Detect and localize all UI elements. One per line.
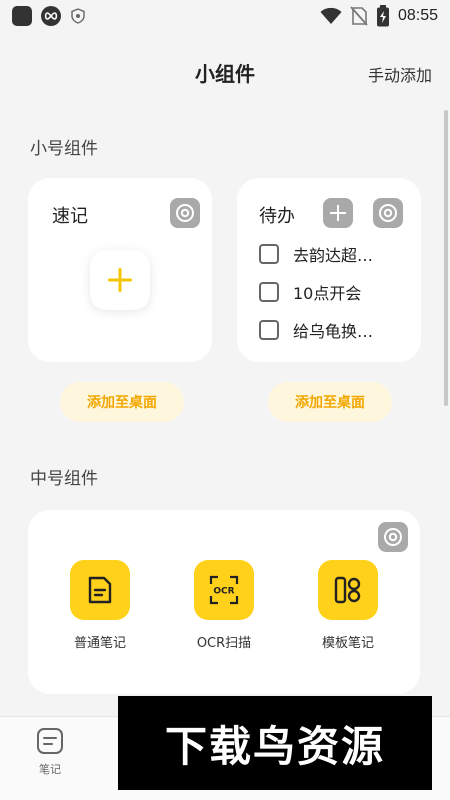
status-bar-right: 08:55 (320, 5, 438, 27)
note-icon (70, 560, 130, 620)
scrollbar[interactable] (444, 110, 448, 406)
todo-add-to-desktop-button[interactable]: 添加至桌面 (268, 382, 392, 422)
todo-item-text: 给乌龟换… (293, 322, 374, 341)
watermark-banner: 下载鸟资源 (118, 696, 432, 790)
header: 小组件 手动添加 (0, 48, 450, 96)
todo-checkbox[interactable] (259, 244, 279, 264)
status-time: 08:55 (397, 7, 438, 24)
todo-add-button[interactable] (323, 198, 353, 228)
todo-settings-button[interactable] (373, 198, 403, 228)
ocr-scan-icon: OCR (194, 560, 254, 620)
tool-ocr-scan[interactable]: OCR OCR扫描 (174, 560, 274, 651)
plus-icon (108, 268, 132, 292)
template-icon (318, 560, 378, 620)
quick-note-settings-button[interactable] (170, 198, 200, 228)
battery-charging-icon (376, 5, 389, 27)
quick-note-add-button[interactable] (90, 250, 150, 310)
tool-template-note[interactable]: 模板笔记 (298, 560, 398, 651)
section-title-medium: 中号组件 (30, 469, 98, 489)
tool-normal-note[interactable]: 普通笔记 (50, 560, 150, 651)
status-bar-left (12, 6, 86, 26)
todo-item-text: 10点开会 (293, 284, 362, 303)
wifi-icon (320, 7, 342, 24)
tool-label: 普通笔记 (73, 636, 126, 651)
settings-icon (176, 204, 194, 222)
todo-item[interactable]: 去韵达超… (259, 242, 373, 266)
settings-icon (384, 528, 402, 546)
infinity-icon (41, 6, 61, 26)
todo-checkbox[interactable] (259, 320, 279, 340)
todo-item[interactable]: 10点开会 (259, 280, 361, 304)
manual-add-button[interactable]: 手动添加 (368, 62, 432, 86)
plus-icon (330, 205, 346, 221)
todo-card[interactable]: 待办 去韵达超… 10点开会 给乌龟换… (237, 178, 421, 362)
app-icon (12, 6, 32, 26)
nav-label: 笔记 (39, 763, 61, 776)
section-title-small: 小号组件 (30, 139, 98, 159)
medium-widget-card[interactable]: 普通笔记 OCR OCR扫描 模板笔记 (28, 510, 420, 694)
no-sim-icon (350, 6, 368, 26)
status-bar: 08:55 (0, 0, 450, 32)
todo-item-text: 去韵达超… (293, 246, 374, 265)
medium-widget-settings-button[interactable] (378, 522, 408, 552)
todo-title: 待办 (259, 206, 295, 227)
tool-label: 模板笔记 (321, 636, 374, 651)
watermark-text: 下载鸟资源 (164, 721, 385, 771)
nav-item-notes[interactable]: 笔记 (22, 727, 78, 777)
quick-note-card[interactable]: 速记 (28, 178, 212, 362)
ocr-icon-text: OCR (213, 587, 234, 597)
todo-checkbox[interactable] (259, 282, 279, 302)
note-tab-icon (37, 728, 63, 754)
tool-label: OCR扫描 (196, 636, 252, 651)
todo-item[interactable]: 给乌龟换… (259, 318, 373, 342)
settings-icon (379, 204, 397, 222)
quick-note-title: 速记 (52, 206, 88, 227)
quick-note-add-to-desktop-button[interactable]: 添加至桌面 (60, 382, 184, 422)
shield-icon (71, 8, 85, 24)
